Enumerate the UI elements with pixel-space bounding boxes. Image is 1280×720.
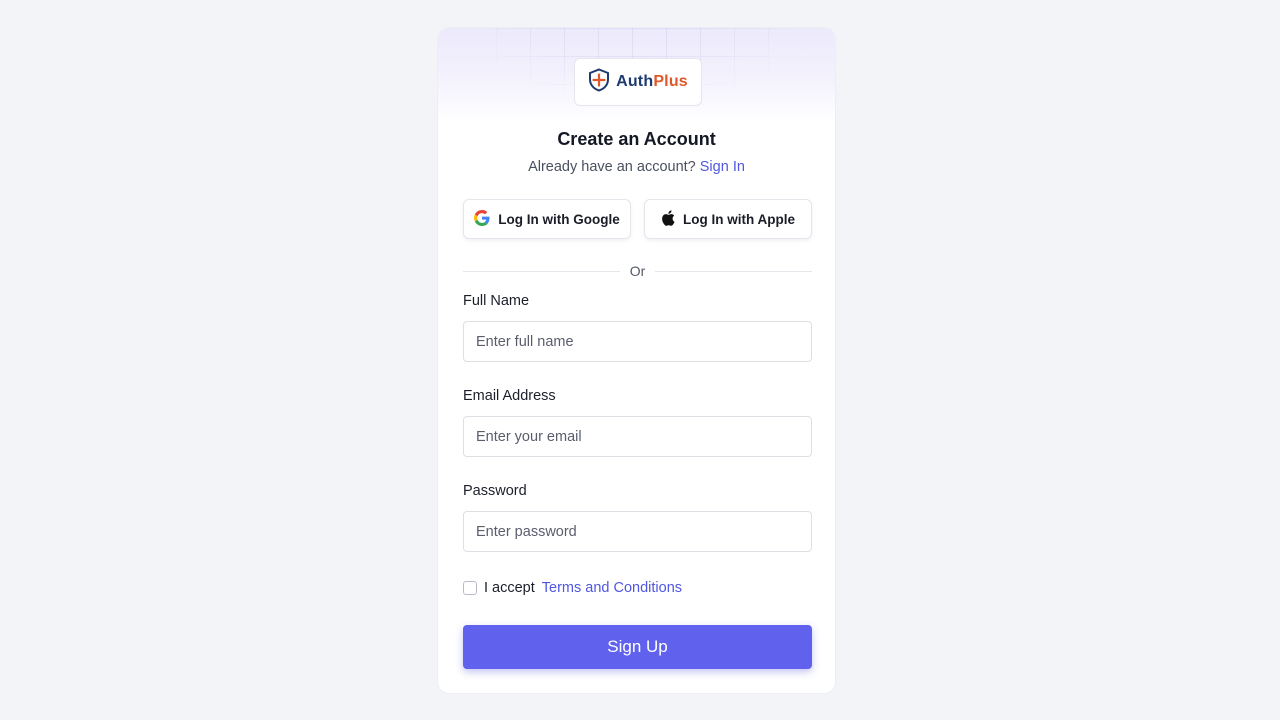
page-title: Create an Account <box>557 129 716 149</box>
full-name-label: Full Name <box>463 293 530 309</box>
google-login-label: Log In with Google <box>498 211 620 227</box>
shield-plus-icon <box>588 67 610 97</box>
brand-name: AuthPlus <box>616 73 688 91</box>
password-label: Password <box>463 483 527 499</box>
terms-prefix: I accept <box>484 580 535 596</box>
brand-name-part1: Auth <box>616 73 654 90</box>
terms-checkbox[interactable] <box>463 581 477 595</box>
divider-line-left <box>463 270 620 272</box>
full-name-input[interactable] <box>463 321 812 362</box>
apple-icon <box>661 209 675 229</box>
sign-up-button[interactable]: Sign Up <box>463 625 812 669</box>
password-input[interactable] <box>463 511 812 552</box>
divider-text: Or <box>629 263 646 279</box>
email-input[interactable] <box>463 416 812 457</box>
signin-prompt-text: Already have an account? <box>528 159 696 175</box>
or-divider: Or <box>463 261 812 281</box>
apple-login-label: Log In with Apple <box>683 211 795 227</box>
terms-row: I accept Terms and Conditions <box>463 577 682 599</box>
divider-line-right <box>655 270 812 272</box>
brand-logo: AuthPlus <box>574 58 702 106</box>
google-login-button[interactable]: Log In with Google <box>463 199 631 239</box>
terms-link[interactable]: Terms and Conditions <box>542 580 682 596</box>
signup-card: AuthPlus Create an Account Already have … <box>437 27 836 694</box>
signin-prompt: Already have an account? Sign In <box>438 159 835 175</box>
google-icon <box>474 209 490 229</box>
email-label: Email Address <box>463 388 556 404</box>
brand-name-part2: Plus <box>653 73 688 90</box>
apple-login-button[interactable]: Log In with Apple <box>644 199 812 239</box>
signin-link[interactable]: Sign In <box>700 159 745 175</box>
